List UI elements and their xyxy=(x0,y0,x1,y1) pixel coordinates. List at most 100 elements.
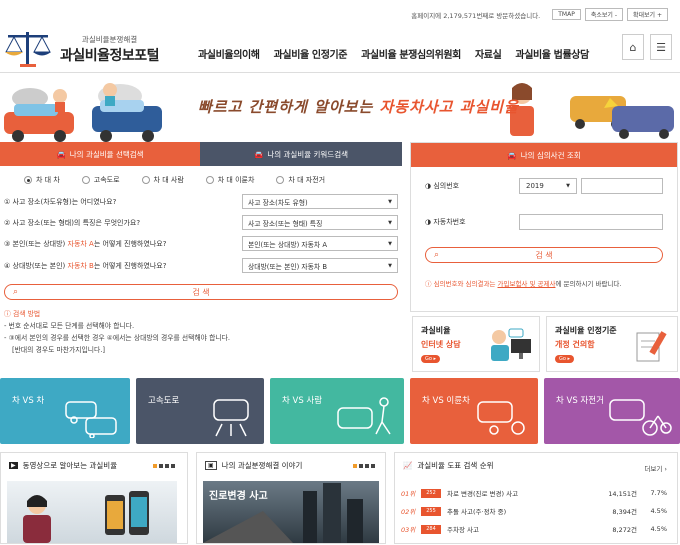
site-logo[interactable]: 과실비율분쟁해결 과실비율정보포털 xyxy=(4,26,160,72)
photo-icon: ▣ xyxy=(205,461,217,470)
rank-name: 주차장 사고 xyxy=(447,526,479,534)
rank-percent: 7.7% xyxy=(650,489,667,497)
search-icon: ⌕ xyxy=(434,250,440,260)
case-lookup-title: 나의 심의사건 조회 xyxy=(520,150,581,160)
visitor-count-text: 홈페이지에 2,179,571번째로 방문하셨습니다. xyxy=(411,11,541,20)
year-select[interactable]: 2019 ▼ xyxy=(519,178,577,194)
ranking-row[interactable]: 02위 255 추돌 사고(주·정차 중) 8,394건 4.5% xyxy=(401,506,667,516)
review-number-input[interactable] xyxy=(581,178,663,194)
ranking-row[interactable]: 01위 252 차로 변경(진로 변경) 사고 14,151건 7.7% xyxy=(401,488,667,498)
radio-car-vs-person[interactable]: 차 대 사람 xyxy=(141,175,184,185)
case-search-button[interactable]: ⌕ 검 색 xyxy=(425,247,663,263)
car-icon: 🚘 xyxy=(56,149,66,159)
select-accident-place[interactable]: 사고 장소(차도 유형) ▼ xyxy=(242,194,398,209)
main-nav: 과실비율의이해 과실비율 인정기준 과실비율 분쟁심의위원회 자료실 과실비율 … xyxy=(198,46,589,61)
select-car-b[interactable]: 상대방(또는 본인) 자동차 B ▼ xyxy=(242,258,398,273)
tile-car-vs-bicycle[interactable]: 차 VS 자전거 xyxy=(544,378,680,444)
ranking-title: 과실비율 도표 검색 순위 xyxy=(417,461,494,470)
question-label: ③ 본인(또는 상대방) 자동차 A는 어떻게 진행하였나요? xyxy=(4,239,166,249)
nav-item-legal-consult[interactable]: 과실비율 법률상담 xyxy=(515,46,589,61)
box-subtitle: 개정 건의함 xyxy=(555,340,595,349)
tile-label: 차 VS 자전거 xyxy=(556,396,604,406)
rank-percent: 4.5% xyxy=(650,525,667,533)
insurer-link[interactable]: 가입보험사 및 공제사 xyxy=(498,280,556,288)
more-link[interactable]: 더보기 › xyxy=(644,463,667,473)
radio-car-vs-motorcycle[interactable]: 차 대 이륜차 xyxy=(205,175,254,185)
rank-number: 01위 xyxy=(401,490,416,498)
carousel-dots[interactable] xyxy=(153,464,175,468)
radio-unchecked-icon xyxy=(205,176,214,184)
tile-highway[interactable]: 고속도로 xyxy=(136,378,264,444)
home-icon: ⌂ xyxy=(629,40,637,54)
zoom-out-button[interactable]: 축소보기 - xyxy=(584,8,623,21)
tile-car-vs-person[interactable]: 차 VS 사람 xyxy=(270,378,404,444)
story-thumbnail[interactable]: 진로변경 사고 xyxy=(203,481,379,543)
radio-unchecked-icon xyxy=(141,176,150,184)
carousel-dots[interactable] xyxy=(353,464,375,468)
tile-label: 차 VS 사람 xyxy=(282,396,323,406)
rank-code-badge: 284 xyxy=(421,524,441,534)
question-highlight: 자동차 A xyxy=(67,239,94,248)
search-button-label: 검 색 xyxy=(535,250,553,260)
question-text: ④ 상대방(또는 본인) xyxy=(4,261,68,270)
tab-select-search[interactable]: 🚘 나의 과실비율 선택검색 xyxy=(0,142,200,166)
question-text: 는 어떻게 진행하였나요? xyxy=(93,239,167,248)
radio-car-vs-car[interactable]: 차 대 차 xyxy=(24,175,60,185)
radio-car-vs-bicycle[interactable]: 차 대 자전거 xyxy=(276,175,325,185)
highway-car-icon xyxy=(213,399,249,437)
scale-logo-icon xyxy=(5,32,51,67)
header-divider xyxy=(0,72,680,73)
case-lookup-panel: 🚘 나의 심의사건 조회 ◑ 심의번호 2019 ▼ ◑ 자동차번호 ⌕ 검 색 … xyxy=(410,142,678,312)
box-title: 과실비율 xyxy=(421,326,451,335)
zoom-in-button[interactable]: 확대보기 + xyxy=(626,8,668,21)
ranking-row[interactable]: 03위 284 주차장 사고 8,272건 4.5% xyxy=(401,524,667,534)
select-value: 사고 장소(차도 유형) xyxy=(248,198,308,207)
radio-highway[interactable]: 고속도로 xyxy=(81,175,120,185)
tmap-button[interactable]: TMAP xyxy=(552,9,581,20)
select-value: 본인(또는 상대방) 자동차 A xyxy=(248,240,327,249)
tile-label: 차 VS 차 xyxy=(12,396,45,406)
car-icon: 🚘 xyxy=(253,149,264,159)
question-highlight: 자동차 B xyxy=(67,261,94,270)
ranking-section: 📈 과실비율 도표 검색 순위 더보기 › 01위 252 차로 변경(진로 변경… xyxy=(394,452,678,544)
car-number-input[interactable] xyxy=(519,214,663,230)
search-button-label: 검 색 xyxy=(192,287,210,297)
method-line: - ③에서 본인의 경우를 선택한 경우 ④에서는 상대방의 경우를 선택해야 … xyxy=(4,334,230,342)
rank-count: 8,272건 xyxy=(612,526,637,534)
tile-car-vs-car[interactable]: 차 VS 차 xyxy=(0,378,130,444)
nav-item-archive[interactable]: 자료실 xyxy=(475,46,502,61)
menu-button[interactable]: ☰ xyxy=(650,34,672,60)
rank-number: 02위 xyxy=(401,508,416,516)
rank-name: 추돌 사고(주·정차 중) xyxy=(447,508,507,516)
left-search-button[interactable]: ⌕ 검 색 xyxy=(4,284,398,300)
category-tiles: 차 VS 차 고속도로 차 VS 사람 차 VS 이륜차 차 VS 자전거 xyxy=(0,378,680,444)
trend-chart-icon: 📈 xyxy=(403,461,413,470)
nav-item-criteria[interactable]: 과실비율 인정기준 xyxy=(274,46,348,61)
rank-number: 03위 xyxy=(401,526,416,534)
go-button[interactable]: Go ▸ xyxy=(421,355,441,363)
criteria-suggestion-box[interactable]: 과실비율 인정기준 개정 건의함 Go ▸ xyxy=(546,316,678,372)
question-label: ① 사고 장소(차도유형)는 어디였나요? xyxy=(4,197,117,206)
question-row-1: ① 사고 장소(차도유형)는 어디였나요? 사고 장소(차도 유형) ▼ xyxy=(4,194,398,209)
case-lookup-note: ⓘ 심의번호와 심의결과는 가입보험사 및 공제사에 문의하시기 바랍니다. xyxy=(425,278,621,288)
top-utility-bar: 홈페이지에 2,179,571번째로 방문하셨습니다. TMAP 축소보기 - … xyxy=(411,8,668,21)
tab-keyword-search[interactable]: 🚘 나의 과실비율 키워드검색 xyxy=(200,142,402,166)
nav-item-committee[interactable]: 과실비율 분쟁심의위원회 xyxy=(361,46,461,61)
nav-item-understanding[interactable]: 과실비율의이해 xyxy=(198,46,260,61)
tile-car-vs-motorcycle[interactable]: 차 VS 이륜차 xyxy=(410,378,538,444)
banner-slogan-b: 자동차사고 과실비율 xyxy=(379,98,519,116)
dropdown-arrow-icon: ▼ xyxy=(388,262,392,269)
home-button[interactable]: ⌂ xyxy=(622,34,644,60)
presenter-image xyxy=(23,495,51,543)
online-consult-box[interactable]: 과실비율 인터넷 상담 Go ▸ xyxy=(412,316,540,372)
dropdown-arrow-icon: ▼ xyxy=(388,240,392,247)
select-place-feature[interactable]: 사고 장소(또는 형태) 특징 ▼ xyxy=(242,215,398,230)
video-thumbnail[interactable] xyxy=(7,481,177,543)
car-crash-illustration-right xyxy=(510,83,674,139)
radio-unchecked-icon xyxy=(276,176,285,184)
dropdown-arrow-icon: ▼ xyxy=(388,198,392,205)
consultant-icon xyxy=(491,328,531,361)
go-button[interactable]: Go ▸ xyxy=(555,355,575,363)
select-car-a[interactable]: 본인(또는 상대방) 자동차 A ▼ xyxy=(242,236,398,251)
question-row-3: ③ 본인(또는 상대방) 자동차 A는 어떻게 진행하였나요? 본인(또는 상대… xyxy=(4,236,398,251)
